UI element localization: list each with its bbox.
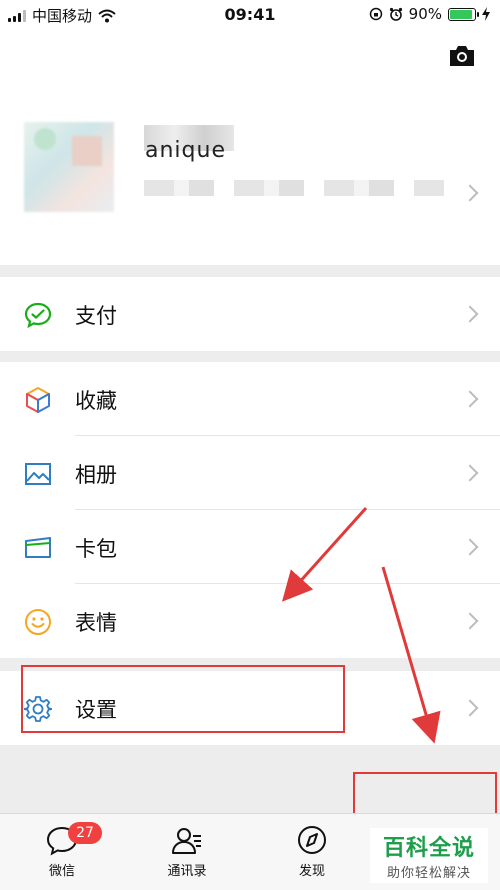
chevron-right-icon [461, 305, 479, 323]
smiley-icon [25, 609, 51, 635]
menu-item-favorites[interactable]: 收藏 [0, 362, 500, 436]
favorites-cube-icon [26, 387, 50, 413]
tab-label-chats: 微信 [48, 864, 75, 879]
wechat-id-blur [144, 180, 444, 196]
menu-item-pay[interactable]: 支付 [0, 277, 500, 351]
album-icon [25, 463, 51, 485]
contacts-icon [172, 828, 201, 854]
menu-label-album: 相册 [75, 463, 117, 487]
tab-chats[interactable]: 27 微信 [12, 822, 112, 879]
battery-percent: 90% [408, 5, 442, 23]
tab-label-contacts: 通讯录 [167, 864, 207, 879]
battery-icon [448, 7, 479, 21]
menu-label-cards: 卡包 [75, 537, 117, 561]
collections-group: 收藏 相册 卡包 表情 [0, 362, 500, 658]
tab-discover[interactable]: 发现 [262, 824, 362, 879]
nickname: anique [145, 138, 226, 163]
chevron-right-icon [461, 699, 479, 717]
charging-icon [482, 7, 490, 21]
pay-icon [24, 302, 52, 329]
tab-contacts[interactable]: 通讯录 [137, 824, 237, 879]
card-wallet-icon [25, 537, 51, 558]
menu-item-stickers[interactable]: 表情 [0, 584, 500, 658]
tab-label-discover: 发现 [298, 864, 325, 879]
chevron-right-icon [461, 612, 479, 630]
menu-item-cards[interactable]: 卡包 [0, 510, 500, 584]
menu-label-stickers: 表情 [75, 611, 117, 635]
menu-item-album[interactable]: 相册 [0, 436, 500, 510]
profile-header[interactable]: anique [0, 30, 500, 265]
camera-icon[interactable] [448, 44, 476, 68]
alarm-icon [389, 7, 402, 21]
chevron-right-icon [461, 538, 479, 556]
watermark-logo: 百科全说 助你轻松解决 [370, 828, 488, 883]
status-bar: 中国移动 09:41 90% [0, 0, 500, 30]
settings-highlight-box [21, 665, 345, 733]
chevron-right-icon [461, 390, 479, 408]
unread-badge: 27 [68, 822, 102, 844]
pay-group: 支付 [0, 277, 500, 351]
avatar[interactable] [24, 122, 114, 212]
compass-icon [298, 826, 326, 854]
chevron-right-icon [461, 184, 479, 202]
chevron-right-icon [461, 464, 479, 482]
menu-label-pay: 支付 [75, 304, 117, 328]
orientation-lock-icon [369, 7, 382, 21]
status-right: 90% [369, 5, 490, 23]
menu-label-favorites: 收藏 [75, 389, 117, 413]
watermark-title: 百科全说 [382, 836, 475, 861]
watermark-subtitle: 助你轻松解决 [386, 866, 471, 881]
